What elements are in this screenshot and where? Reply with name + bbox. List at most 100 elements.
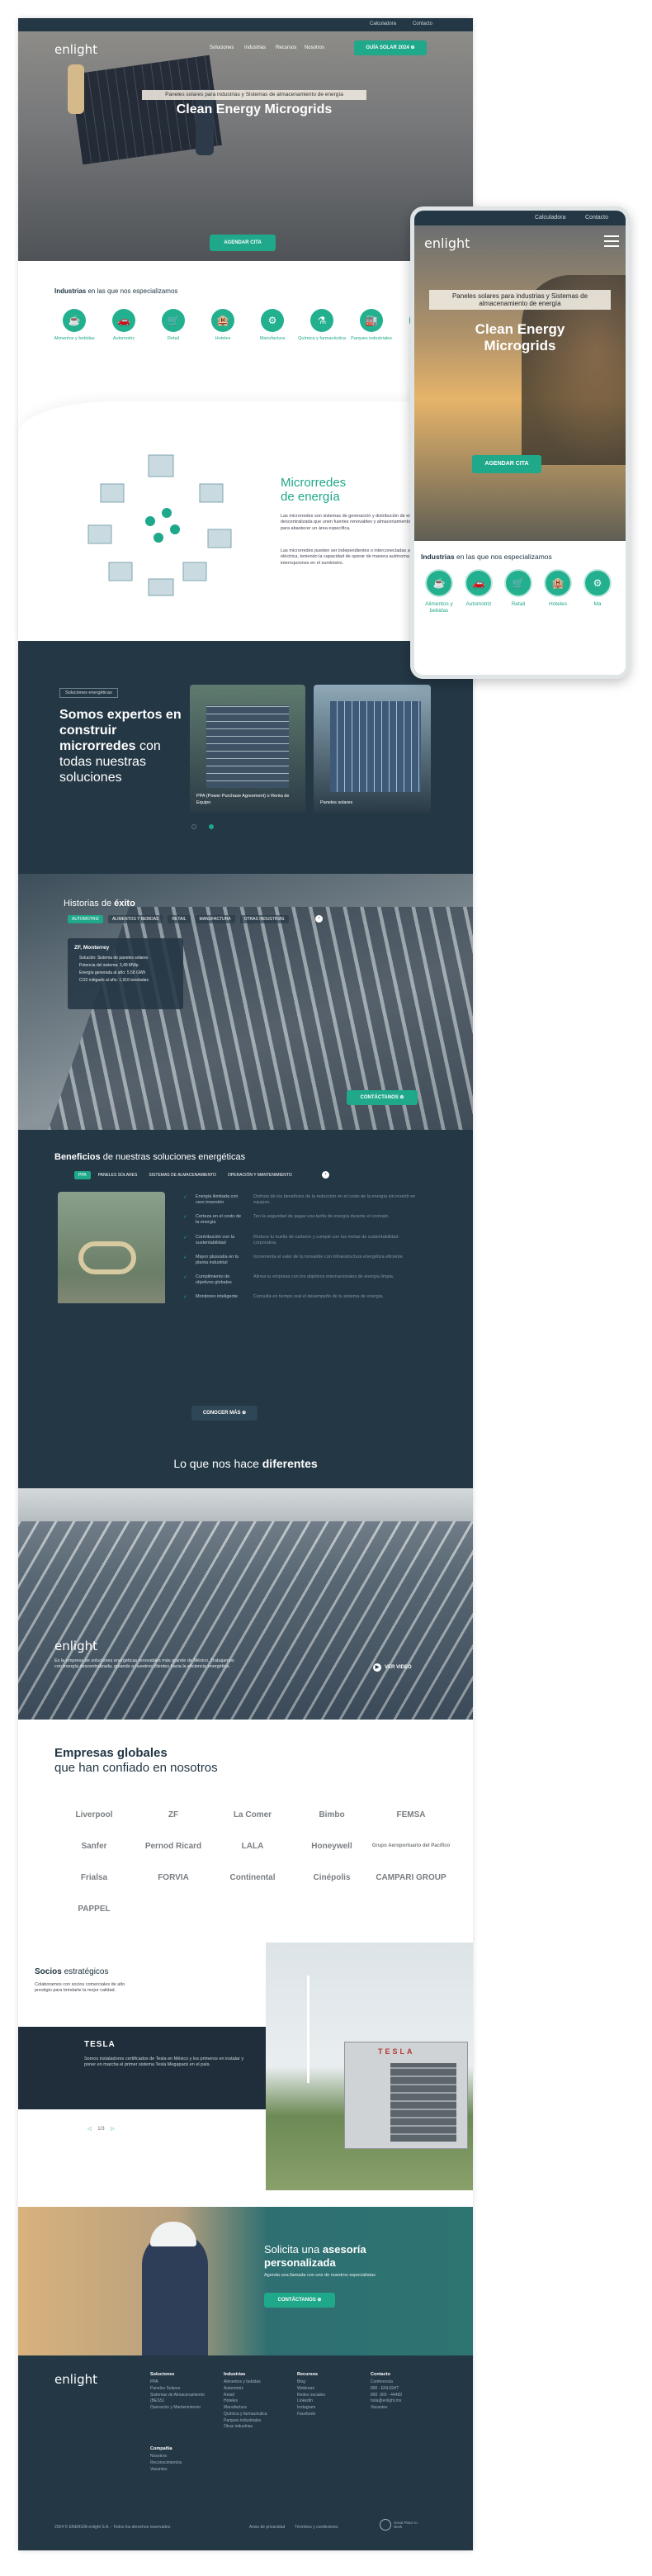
industry-item[interactable]: ☕ Alimentos y bebidas — [50, 309, 99, 358]
tab-industry[interactable]: RETAIL — [168, 915, 191, 923]
case-card: ZF, Monterrey Solución: Sistema de panel… — [68, 938, 183, 1009]
footer-link[interactable]: Redes sociales — [297, 2393, 359, 2399]
tab-benefit[interactable]: PANELES SOLARES — [94, 1171, 142, 1179]
tab-benefit[interactable]: OPERACIÓN Y MANTENIMIENTO — [224, 1171, 296, 1179]
mobile-industry-item[interactable]: 🚗 Automotriz — [459, 569, 498, 615]
info-icon[interactable]: › — [315, 915, 323, 923]
carousel-dot[interactable] — [191, 824, 196, 829]
footer-column: Contacto Conferencia 800 - ENLIGHT 800 -365… — [371, 2372, 432, 2431]
mobile-industries-list: ☕ Alimentos y bebidas 🚗 Automotriz 🛒 Retail 🏨 H… — [419, 569, 617, 615]
footer-logo[interactable]: enlight — [54, 2372, 97, 2387]
mobile-industry-item[interactable]: ☕ Alimentos y bebidas — [419, 569, 459, 615]
contact-button[interactable]: CONTÁCTANOS ⊕ — [347, 1090, 418, 1105]
mobile-industry-item[interactable]: 🛒 Retail — [498, 569, 538, 615]
industry-icon: 🛒 — [162, 309, 185, 332]
terms-link[interactable]: Términos y condiciones — [295, 2525, 338, 2530]
footer-link[interactable]: Química y farmacéutica — [224, 2412, 286, 2418]
footer-link[interactable]: Vacantes — [150, 2467, 182, 2474]
check-icon: ✓ — [183, 1215, 188, 1221]
tab-industry[interactable]: ALIMENTOS Y BEBIDAS — [107, 915, 163, 923]
gptw-badge: Great Place to Work — [380, 2519, 418, 2531]
nav-link-industries[interactable]: Industrias — [244, 45, 266, 50]
footer-link[interactable]: 800 - ENLIGHT — [371, 2386, 432, 2393]
mobile-industry-item[interactable]: 🏨 Hoteles — [538, 569, 578, 615]
footer-link[interactable]: Hoteles — [224, 2398, 286, 2405]
footer-link[interactable]: Vacantes — [371, 2405, 432, 2412]
mobile-calculator-link[interactable]: Calculadora — [535, 215, 565, 221]
footer-link[interactable]: Sistemas de Almacenamiento (BESS) — [150, 2393, 212, 2406]
partner-pager: ◁ 1/3 ▷ — [87, 2127, 115, 2132]
industry-item[interactable]: ⚗ Química y farmacéutica — [297, 309, 347, 358]
experts-section: Soluciones energéticas Somos expertos en… — [18, 641, 473, 874]
footer-link[interactable]: Otras industrias — [224, 2424, 286, 2431]
industry-item[interactable]: 🏭 Parques industriales — [347, 309, 396, 358]
privacy-link[interactable]: Aviso de privacidad — [249, 2525, 285, 2530]
industry-icon: 🚗 — [465, 569, 493, 597]
tab-industry[interactable]: MANUFACTURA — [195, 915, 235, 923]
footer-link[interactable]: Alimentos y bebidas — [224, 2379, 286, 2386]
wind-turbine-icon — [307, 1976, 309, 2083]
watch-video-button[interactable]: ▶ VER VIDEO — [373, 1663, 412, 1672]
industry-item[interactable]: 🏨 Hoteles — [198, 309, 248, 358]
footer-link[interactable]: PPA — [150, 2379, 212, 2386]
check-icon: ✓ — [183, 1235, 188, 1241]
footer-link[interactable]: 800 -365 - 44483 — [371, 2393, 432, 2399]
tab-industry[interactable]: AUTOMOTRIZ — [68, 915, 103, 923]
nav-link-about[interactable]: Nosotros — [305, 45, 324, 50]
schedule-appointment-button[interactable]: AGENDAR CITA — [210, 235, 276, 251]
mobile-hero: enlight Paneles solares para industrias … — [414, 225, 626, 541]
contact-link[interactable]: Contacto — [413, 21, 432, 26]
footer-link[interactable]: Paneles Solares — [150, 2386, 212, 2393]
footer-link[interactable]: Parques industriales — [224, 2418, 286, 2425]
case-detail: Potencia del sistema: 3,49 MWp — [79, 963, 139, 968]
calculator-link[interactable]: Calculadora — [370, 21, 396, 26]
partner-card: TESLA Somos instaladores certificados de… — [18, 2027, 266, 2109]
hamburger-menu-icon[interactable] — [604, 235, 619, 247]
solution-card-solar[interactable]: Paneles solares — [314, 685, 431, 813]
mobile-schedule-button[interactable]: AGENDAR CITA — [472, 455, 541, 473]
nav-link-solutions[interactable]: Soluciones — [210, 45, 234, 50]
footer-link[interactable]: Webinars — [297, 2386, 359, 2393]
footer-link[interactable]: Instagram — [297, 2405, 359, 2412]
industry-item[interactable]: 🚗 Automotriz — [99, 309, 149, 358]
prev-arrow-icon[interactable]: ◁ — [87, 2127, 92, 2132]
nav-logo[interactable]: enlight — [54, 42, 97, 57]
solution-card-ppa[interactable]: PPA (Power Purchase Agreement) o Renta d… — [190, 685, 305, 813]
learn-more-button[interactable]: CONOCER MÁS ⊕ — [191, 1406, 257, 1421]
different-text: Es la empresa de soluciones energéticas … — [54, 1658, 234, 1670]
tab-industry[interactable]: OTRAS INDUSTRIAS — [239, 915, 289, 923]
client-logo: CAMPARI GROUP — [376, 1872, 446, 1882]
advice-subtitle: Agenda una llamada con uno de nuestros e… — [264, 2273, 376, 2278]
next-arrow-icon[interactable]: ▷ — [111, 2127, 115, 2132]
nav-link-resources[interactable]: Recursos — [276, 45, 296, 50]
benefit-row: ✓ Energía ilimitada con cero inversión Dis… — [183, 1194, 416, 1206]
tab-benefit[interactable]: PPA — [74, 1171, 91, 1179]
footer-link[interactable]: Automotriz — [224, 2386, 286, 2393]
tab-benefit[interactable]: SISTEMAS DE ALMACENAMIENTO — [144, 1171, 220, 1179]
footer-link[interactable]: hola@enlight.mx — [371, 2398, 432, 2405]
mobile-logo[interactable]: enlight — [424, 235, 470, 251]
footer-link[interactable]: Manufactura — [224, 2405, 286, 2412]
footer-link[interactable]: Retail — [224, 2393, 286, 2399]
next-tab-icon[interactable]: › — [322, 1171, 329, 1179]
footer: enlight Soluciones PPA Paneles Solares Sist… — [18, 2355, 473, 2550]
carousel-dot-active[interactable] — [209, 824, 214, 829]
footer-link[interactable]: LinkedIn — [297, 2398, 359, 2405]
industry-icon: 🏨 — [544, 569, 572, 597]
industry-item[interactable]: 🛒 Retail — [149, 309, 198, 358]
advice-contact-button[interactable]: CONTÁCTANOS ⊕ — [264, 2293, 335, 2308]
hero-kicker: Paneles solares para industrias y Sistem… — [142, 90, 366, 100]
solar-guide-button[interactable]: GUÍA SOLAR 2024 ⊕ — [354, 40, 427, 55]
microgrid-title: Microrredes de energía — [281, 476, 347, 504]
footer-link[interactable]: Conferencia — [371, 2379, 432, 2386]
footer-link[interactable]: Nosotros — [150, 2454, 182, 2460]
footer-link[interactable]: Operación y Mantenimiento — [150, 2405, 212, 2412]
industry-item[interactable]: ⚙ Manufactura — [248, 309, 297, 358]
footer-link[interactable]: Reconocimientos — [150, 2460, 182, 2467]
mobile-industry-item[interactable]: ⚙ Ma — [578, 569, 617, 615]
mobile-contact-link[interactable]: Contacto — [585, 215, 608, 221]
footer-link[interactable]: Blog — [297, 2379, 359, 2386]
footer-link[interactable]: Facebook — [297, 2412, 359, 2418]
industry-tabs: AUTOMOTRIZ ALIMENTOS Y BEBIDAS RETAIL MANUF… — [68, 915, 289, 923]
client-logo: PAPPEL — [78, 1904, 111, 1914]
